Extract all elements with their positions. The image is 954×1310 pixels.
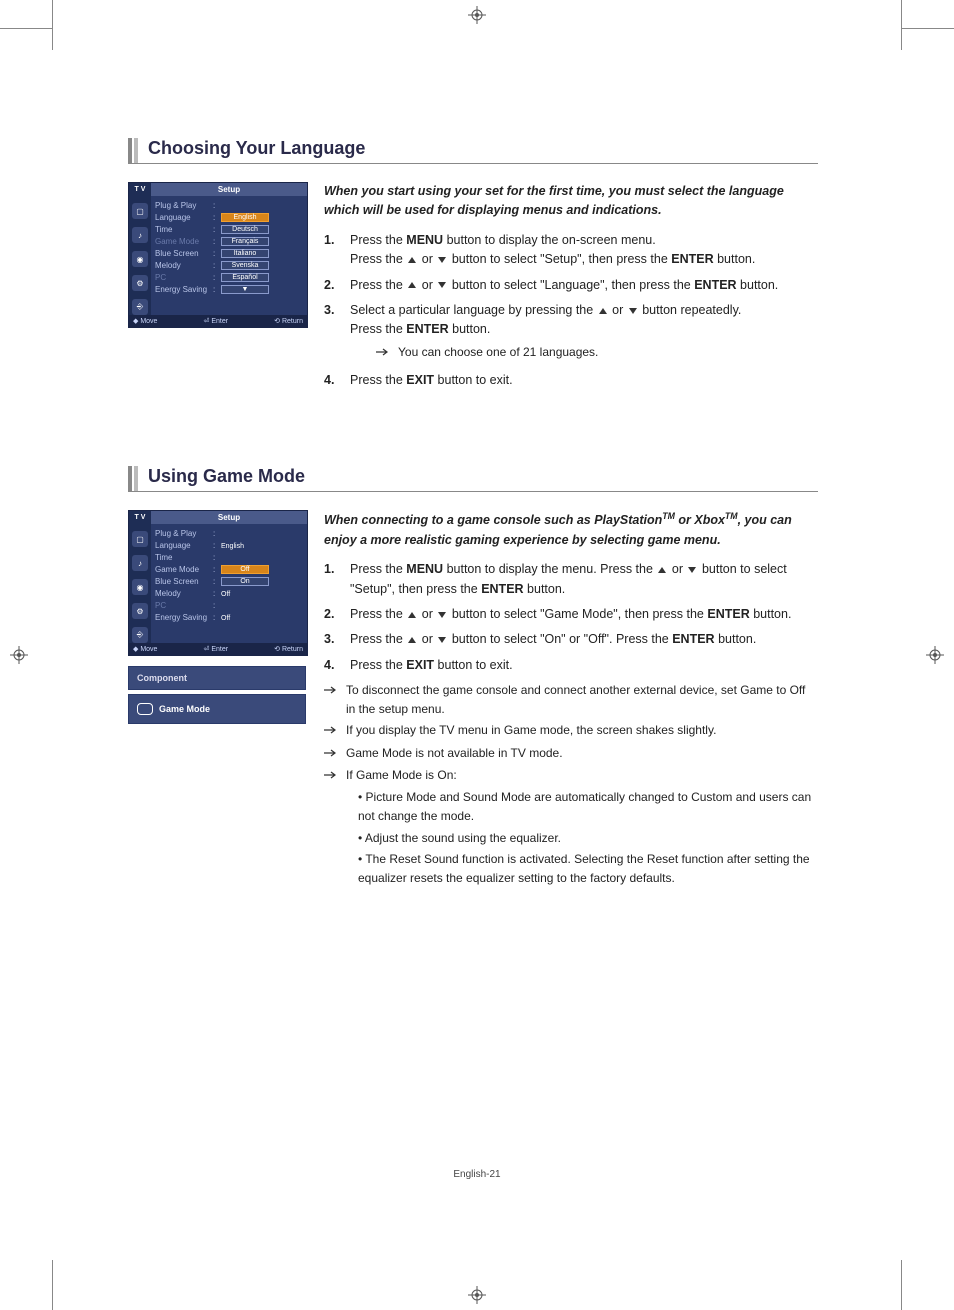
osd-menu-row: Energy Saving:Off [155, 611, 303, 623]
step-item: 2.Press the or button to select "Game Mo… [324, 605, 818, 624]
step-item: 2.Press the or button to select "Languag… [324, 276, 818, 295]
osd-menu-row: Game Mode:Français [155, 235, 303, 247]
page-number: English-21 [453, 1169, 500, 1180]
step-item: 3.Select a particular language by pressi… [324, 301, 818, 365]
sound-icon: ♪ [132, 227, 148, 243]
crop-mark [52, 0, 53, 50]
crop-mark [0, 28, 52, 29]
crop-mark [901, 0, 902, 50]
crop-mark [902, 28, 954, 29]
game-mode-strip: Game Mode [128, 694, 306, 724]
note-row: You can choose one of 21 languages. [376, 343, 818, 362]
section-title: Using Game Mode [148, 466, 305, 491]
osd-menu-row: Language:English [155, 539, 303, 551]
section: Using Game ModeT V▢♪◉⚙⎆SetupPlug & Play:… [128, 466, 818, 890]
osd-screenshot: T V▢♪◉⚙⎆SetupPlug & Play:Language:Englis… [128, 510, 308, 656]
steps-list: 1.Press the MENU button to display the m… [324, 560, 818, 675]
manual-page: Choosing Your LanguageT V▢♪◉⚙⎆SetupPlug … [0, 0, 954, 1310]
component-strip: Component [128, 666, 306, 690]
osd-sidebar: T V▢♪◉⚙⎆ [129, 511, 151, 643]
sub-bullet-list: • Picture Mode and Sound Mode are automa… [350, 788, 818, 887]
crop-mark [901, 1260, 902, 1310]
gamepad-icon [137, 703, 153, 715]
section-header: Choosing Your Language [128, 138, 818, 164]
picture-icon: ▢ [132, 203, 148, 219]
osd-title: Setup [151, 511, 307, 524]
osd-menu-row: Blue Screen:On [155, 575, 303, 587]
page-content: Choosing Your LanguageT V▢♪◉⚙⎆SetupPlug … [128, 138, 818, 960]
note-row: If Game Mode is On: [324, 766, 818, 785]
input-icon: ⎆ [132, 627, 148, 643]
note-arrow-icon [324, 744, 346, 763]
steps-list: 1.Press the MENU button to display the o… [324, 231, 818, 391]
step-item: 4.Press the EXIT button to exit. [324, 371, 818, 390]
crop-mark [52, 1260, 53, 1310]
note-row: If you display the TV menu in Game mode,… [324, 721, 818, 740]
osd-menu-row: Melody:Svenska [155, 259, 303, 271]
osd-menu-row: Energy Saving:▼ [155, 283, 303, 295]
osd-menu-row: Plug & Play: [155, 199, 303, 211]
note-row: Game Mode is not available in TV mode. [324, 744, 818, 763]
figure-column: T V▢♪◉⚙⎆SetupPlug & Play:Language:Englis… [128, 510, 306, 890]
registration-mark-icon [468, 6, 486, 24]
section-intro: When you start using your set for the fi… [324, 182, 818, 221]
osd-menu-row: Time:Deutsch [155, 223, 303, 235]
osd-menu-row: Blue Screen:Italiano [155, 247, 303, 259]
input-icon: ⎆ [132, 299, 148, 315]
osd-footer: ◆ Move⏎ Enter⟲ Return [129, 643, 307, 655]
registration-mark-icon [10, 646, 28, 664]
osd-menu-row: PC: [155, 599, 303, 611]
section-intro: When connecting to a game console such a… [324, 510, 818, 550]
osd-menu-row: Plug & Play: [155, 527, 303, 539]
step-item: 1.Press the MENU button to display the m… [324, 560, 818, 599]
step-item: 1.Press the MENU button to display the o… [324, 231, 818, 270]
note-arrow-icon [324, 681, 346, 718]
channel-icon: ◉ [132, 579, 148, 595]
osd-footer: ◆ Move⏎ Enter⟲ Return [129, 315, 307, 327]
sub-bullet: • Adjust the sound using the equalizer. [350, 829, 818, 848]
section-title: Choosing Your Language [148, 138, 365, 163]
osd-title: Setup [151, 183, 307, 196]
step-item: 3.Press the or button to select "On" or … [324, 630, 818, 649]
sub-bullet: • Picture Mode and Sound Mode are automa… [350, 788, 818, 825]
osd-screenshot: T V▢♪◉⚙⎆SetupPlug & Play:Language:Englis… [128, 182, 308, 328]
sound-icon: ♪ [132, 555, 148, 571]
figure-column: T V▢♪◉⚙⎆SetupPlug & Play:Language:Englis… [128, 182, 306, 396]
text-column: When connecting to a game console such a… [324, 510, 818, 890]
osd-menu-row: Game Mode:Off [155, 563, 303, 575]
note-arrow-icon [324, 721, 346, 740]
channel-icon: ◉ [132, 251, 148, 267]
section-header: Using Game Mode [128, 466, 818, 492]
setup-icon: ⚙ [132, 275, 148, 291]
osd-sidebar: T V▢♪◉⚙⎆ [129, 183, 151, 315]
osd-menu-row: Time: [155, 551, 303, 563]
step-item: 4.Press the EXIT button to exit. [324, 656, 818, 675]
picture-icon: ▢ [132, 531, 148, 547]
osd-menu-row: PC:Español [155, 271, 303, 283]
text-column: When you start using your set for the fi… [324, 182, 818, 396]
sub-bullet: • The Reset Sound function is activated.… [350, 850, 818, 887]
osd-menu-row: Melody:Off [155, 587, 303, 599]
registration-mark-icon [468, 1286, 486, 1304]
note-arrow-icon [376, 343, 398, 362]
registration-mark-icon [926, 646, 944, 664]
section: Choosing Your LanguageT V▢♪◉⚙⎆SetupPlug … [128, 138, 818, 396]
note-arrow-icon [324, 766, 346, 785]
note-row: To disconnect the game console and conne… [324, 681, 818, 718]
setup-icon: ⚙ [132, 603, 148, 619]
osd-menu-row: Language:English [155, 211, 303, 223]
